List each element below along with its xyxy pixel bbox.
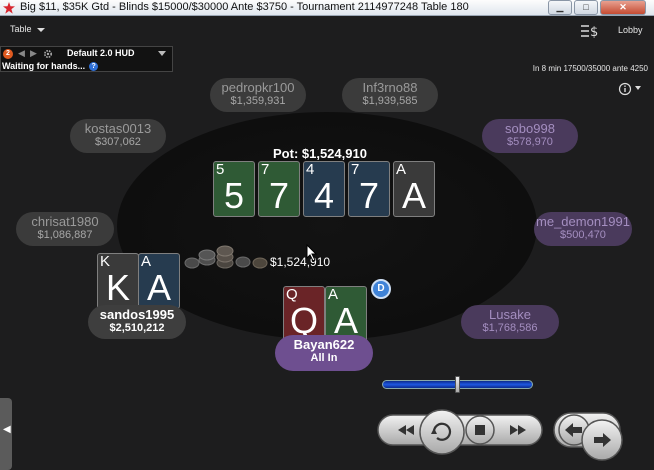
seat-kostas0013[interactable]: kostas0013 $307,062 bbox=[70, 119, 166, 153]
board-card: 4 4 bbox=[303, 161, 345, 217]
player-name: sandos1995 bbox=[99, 307, 175, 322]
table-menu[interactable]: Table bbox=[10, 24, 45, 34]
window-title: Big $11, $35K Gtd - Blinds $15000/$30000… bbox=[20, 1, 469, 13]
player-name: pedropkr100 bbox=[221, 80, 295, 95]
arrow-right-icon[interactable] bbox=[581, 419, 623, 461]
seat-sandos1995[interactable]: sandos1995 $2,510,212 bbox=[88, 305, 186, 339]
player-stack: $578,970 bbox=[507, 136, 553, 148]
seat-bayan622-hero[interactable]: Bayan622 All In bbox=[275, 335, 373, 371]
chevron-down-icon[interactable] bbox=[158, 51, 166, 56]
hud-next-icon[interactable]: ▶ bbox=[30, 48, 37, 59]
table-menu-label: Table bbox=[10, 24, 32, 34]
poker-table-window: Big $11, $35K Gtd - Blinds $15000/$30000… bbox=[0, 0, 654, 470]
side-panel-handle[interactable]: ◀ bbox=[0, 398, 12, 470]
help-icon[interactable]: ? bbox=[89, 62, 99, 72]
pot-chips-icon bbox=[184, 245, 268, 269]
hud-profile-name[interactable]: Default 2.0 HUD bbox=[67, 48, 135, 58]
seat-inf3rno88[interactable]: Inf3rno88 $1,939,585 bbox=[342, 78, 438, 112]
board-card: 5 5 bbox=[213, 161, 255, 217]
player-name: me_demon1991 bbox=[536, 214, 630, 229]
card-rank-large: 5 bbox=[223, 175, 245, 216]
slider-thumb[interactable] bbox=[455, 376, 460, 393]
hud-status-text: Waiting for hands... bbox=[2, 61, 86, 71]
blind-level-info: In 8 min 17500/35000 ante 4250 bbox=[532, 64, 648, 73]
player-name: kostas0013 bbox=[84, 121, 152, 136]
lobby-button[interactable]: Lobby bbox=[618, 25, 643, 35]
pot-total: Pot: $1,524,910 bbox=[273, 146, 367, 161]
board-card: 7 7 bbox=[258, 161, 300, 217]
stop-icon[interactable] bbox=[465, 415, 495, 445]
dollar-lines-icon[interactable]: $ bbox=[580, 22, 600, 40]
hud-status: Waiting for hands...? bbox=[2, 61, 99, 72]
seat-chrisat1980[interactable]: chrisat1980 $1,086,887 bbox=[16, 212, 114, 246]
hole-card: Q Q bbox=[283, 286, 325, 342]
player-name: chrisat1980 bbox=[31, 214, 99, 229]
player-name: sobo998 bbox=[505, 121, 555, 136]
menu-bar: Table $ Lobby bbox=[0, 16, 654, 46]
info-icon[interactable] bbox=[618, 82, 642, 96]
gear-icon[interactable] bbox=[43, 49, 53, 59]
replay-controls bbox=[377, 409, 543, 455]
title-bar[interactable]: Big $11, $35K Gtd - Blinds $15000/$30000… bbox=[0, 0, 654, 16]
player-stack: $1,768,586 bbox=[482, 322, 538, 334]
card-rank-large: K bbox=[105, 267, 130, 308]
player-stack: $307,062 bbox=[95, 136, 141, 148]
player-stack: $1,086,887 bbox=[37, 229, 93, 241]
seat-sobo998[interactable]: sobo998 $578,970 bbox=[482, 119, 578, 153]
seat-lusake[interactable]: Lusake $1,768,586 bbox=[461, 305, 559, 339]
player-name: Inf3rno88 bbox=[362, 80, 418, 95]
maximize-button[interactable]: □ bbox=[574, 0, 598, 15]
minimize-button[interactable]: ▁ bbox=[548, 0, 572, 15]
hand-navigation-controls bbox=[553, 412, 623, 461]
close-button[interactable]: ✕ bbox=[600, 0, 646, 15]
mouse-pointer-icon bbox=[306, 244, 318, 262]
board-card: A A bbox=[393, 161, 435, 217]
hud-prev-icon[interactable]: ◀ bbox=[18, 48, 25, 59]
hud-badge: 2 bbox=[3, 49, 13, 59]
hole-card: K K bbox=[97, 253, 139, 309]
replay-icon[interactable] bbox=[419, 409, 465, 455]
hole-card: A A bbox=[325, 286, 367, 342]
card-rank-large: 4 bbox=[313, 175, 335, 216]
player-name: Bayan622 bbox=[293, 337, 355, 352]
seat-pedropkr100[interactable]: pedropkr100 $1,359,931 bbox=[210, 78, 306, 112]
chevron-down-icon bbox=[36, 27, 45, 32]
card-rank-large: 7 bbox=[358, 175, 380, 216]
seat-me-demon1991[interactable]: me_demon1991 $500,470 bbox=[534, 212, 632, 246]
dealer-button: D bbox=[371, 279, 391, 299]
svg-text:$: $ bbox=[590, 25, 598, 40]
card-rank-large: A bbox=[401, 175, 426, 216]
bet-size-slider[interactable] bbox=[382, 376, 533, 393]
hud-panel: 2 ◀ ▶ Default 2.0 HUD Waiting for hands.… bbox=[0, 46, 173, 72]
board-card: 7 7 bbox=[348, 161, 390, 217]
card-rank-large: A bbox=[146, 267, 171, 308]
pokerstars-logo-icon bbox=[3, 2, 15, 14]
player-name: Lusake bbox=[489, 307, 531, 322]
player-stack: $1,359,931 bbox=[230, 95, 286, 107]
pot-chip-amount: $1,524,910 bbox=[270, 255, 331, 269]
hole-card: A A bbox=[138, 253, 180, 309]
card-rank-large: 7 bbox=[268, 175, 290, 216]
chevron-left-icon: ◀ bbox=[3, 424, 11, 435]
player-stack: $500,470 bbox=[560, 229, 606, 241]
player-stack: $1,939,585 bbox=[362, 95, 418, 107]
player-stack: $2,510,212 bbox=[109, 322, 165, 334]
player-status: All In bbox=[310, 352, 338, 364]
